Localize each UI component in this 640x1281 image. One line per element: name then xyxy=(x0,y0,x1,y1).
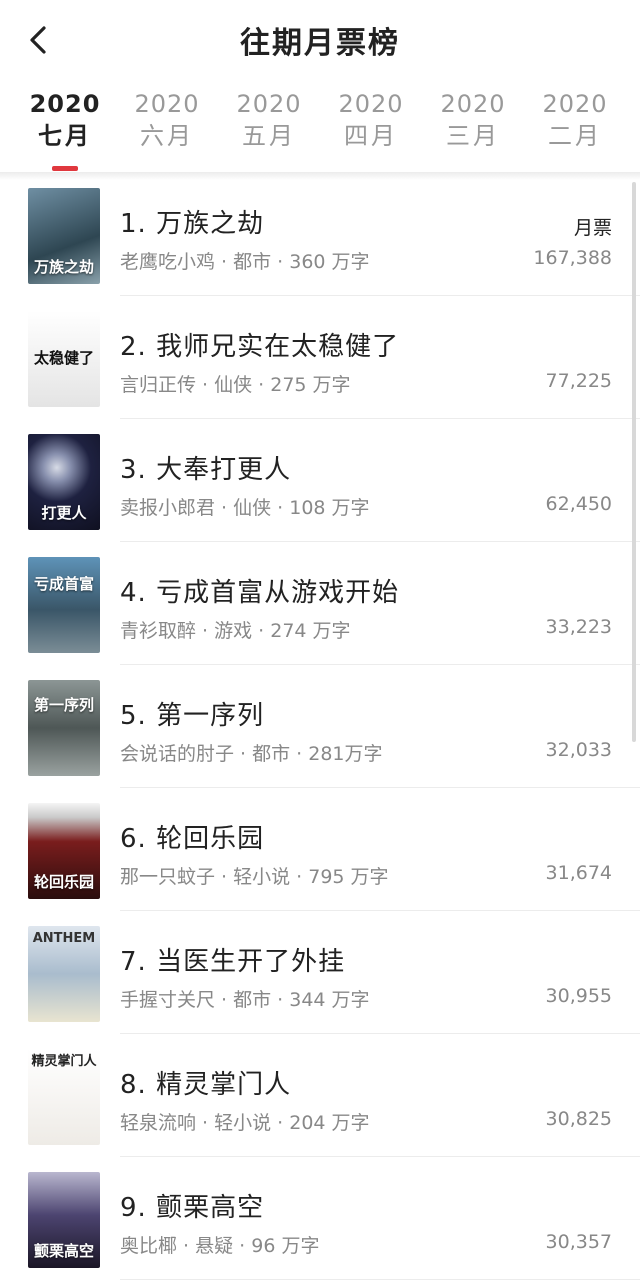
book-meta: 言归正传 · 仙侠 · 275 万字 xyxy=(120,374,351,396)
list-item[interactable]: 第一序列 5. 第一序列 会说话的肘子 · 都市 · 281万字 32,033 xyxy=(0,665,640,788)
book-title: 9. 颤栗高空 xyxy=(120,1193,265,1223)
cover-text: 打更人 xyxy=(41,504,87,522)
list-item[interactable]: 打更人 3. 大奉打更人 卖报小郎君 · 仙侠 · 108 万字 62,450 xyxy=(0,419,640,542)
book-cover: 亏成首富 xyxy=(28,557,100,653)
book-cover: ANTHEM xyxy=(28,926,100,1022)
book-meta: 青衫取醉 · 游戏 · 274 万字 xyxy=(120,620,351,642)
list-item[interactable]: 轮回乐园 6. 轮回乐园 那一只蚊子 · 轻小说 · 795 万字 31,674 xyxy=(0,788,640,911)
vote-count: 30,955 xyxy=(545,985,612,1007)
ranking-list: 万族之劫 1. 万族之劫 老鹰吃小鸡 · 都市 · 360 万字 月票 167,… xyxy=(0,173,640,1280)
tab-year: 2020 xyxy=(29,90,101,118)
tab-month: 七月 xyxy=(38,122,92,150)
tab-2020-july[interactable]: 2020 七月 xyxy=(15,88,115,152)
list-item[interactable]: 万族之劫 1. 万族之劫 老鹰吃小鸡 · 都市 · 360 万字 月票 167,… xyxy=(0,173,640,296)
vote-count: 30,357 xyxy=(545,1231,612,1253)
scrollbar[interactable] xyxy=(632,182,636,742)
cover-text: ANTHEM xyxy=(32,931,96,946)
book-cover: 万族之劫 xyxy=(28,188,100,284)
vote-count: 30,825 xyxy=(545,1108,612,1130)
cover-text: 轮回乐园 xyxy=(33,873,94,891)
book-title: 3. 大奉打更人 xyxy=(120,455,292,485)
tab-month: 三月 xyxy=(446,122,500,150)
cover-text: 亏成首富 xyxy=(33,575,94,593)
book-meta: 卖报小郎君 · 仙侠 · 108 万字 xyxy=(120,497,370,519)
tab-2020-june[interactable]: 2020 六月 xyxy=(117,88,217,152)
cover-text: 太稳健了 xyxy=(33,349,94,367)
cover-text: 颤栗高空 xyxy=(33,1242,94,1260)
tab-2020-april[interactable]: 2020 四月 xyxy=(321,88,421,152)
book-cover: 打更人 xyxy=(28,434,100,530)
book-title: 1. 万族之劫 xyxy=(120,209,265,239)
tab-2020-may[interactable]: 2020 五月 xyxy=(219,88,319,152)
list-item[interactable]: 太稳健了 2. 我师兄实在太稳健了 言归正传 · 仙侠 · 275 万字 77,… xyxy=(0,296,640,419)
book-title: 4. 亏成首富从游戏开始 xyxy=(120,578,400,608)
tab-2020-february[interactable]: 2020 二月 xyxy=(525,88,625,152)
book-cover: 颤栗高空 xyxy=(28,1172,100,1268)
page-title: 往期月票榜 xyxy=(240,26,400,61)
book-meta: 会说话的肘子 · 都市 · 281万字 xyxy=(120,743,383,765)
book-cover: 太稳健了 xyxy=(28,311,100,407)
cover-text: 第一序列 xyxy=(33,696,94,714)
tab-2020-march[interactable]: 2020 三月 xyxy=(423,88,523,152)
book-meta: 奥比椰 · 悬疑 · 96 万字 xyxy=(120,1235,320,1257)
tab-year: 2020 xyxy=(542,90,608,118)
row-divider xyxy=(120,1279,640,1280)
book-meta: 手握寸关尺 · 都市 · 344 万字 xyxy=(120,989,370,1011)
active-tab-indicator xyxy=(52,166,78,171)
list-item[interactable]: 精灵掌门人 8. 精灵掌门人 轻泉流响 · 轻小说 · 204 万字 30,82… xyxy=(0,1034,640,1157)
top-bar: 往期月票榜 xyxy=(0,0,640,82)
list-item[interactable]: ANTHEM 7. 当医生开了外挂 手握寸关尺 · 都市 · 344 万字 30… xyxy=(0,911,640,1034)
tab-year: 2020 xyxy=(236,90,302,118)
book-title: 2. 我师兄实在太稳健了 xyxy=(120,332,400,362)
book-cover: 精灵掌门人 xyxy=(28,1049,100,1145)
cover-text: 精灵掌门人 xyxy=(31,1054,97,1069)
tab-month: 二月 xyxy=(548,122,602,150)
vote-count: 32,033 xyxy=(545,739,612,761)
book-meta: 那一只蚊子 · 轻小说 · 795 万字 xyxy=(120,866,389,888)
vote-count: 62,450 xyxy=(545,493,612,515)
book-cover: 第一序列 xyxy=(28,680,100,776)
tab-month: 六月 xyxy=(140,122,194,150)
book-meta: 轻泉流响 · 轻小说 · 204 万字 xyxy=(120,1112,370,1134)
tab-year: 2020 xyxy=(134,90,200,118)
book-title: 8. 精灵掌门人 xyxy=(120,1070,292,1100)
book-title: 6. 轮回乐园 xyxy=(120,824,265,854)
month-tabs: 2020 七月 2020 六月 2020 五月 2020 四月 2020 三月 … xyxy=(0,88,640,174)
cover-text: 万族之劫 xyxy=(33,258,94,276)
book-cover: 轮回乐园 xyxy=(28,803,100,899)
list-item[interactable]: 颤栗高空 9. 颤栗高空 奥比椰 · 悬疑 · 96 万字 30,357 xyxy=(0,1157,640,1280)
vote-count: 167,388 xyxy=(533,247,612,269)
tab-year: 2020 xyxy=(440,90,506,118)
list-item[interactable]: 亏成首富 4. 亏成首富从游戏开始 青衫取醉 · 游戏 · 274 万字 33,… xyxy=(0,542,640,665)
vote-count: 31,674 xyxy=(545,862,612,884)
tab-month: 四月 xyxy=(344,122,398,150)
votes-label: 月票 xyxy=(573,217,612,239)
tab-year: 2020 xyxy=(338,90,404,118)
tab-month: 五月 xyxy=(242,122,296,150)
vote-count: 77,225 xyxy=(545,370,612,392)
book-title: 5. 第一序列 xyxy=(120,701,265,731)
book-title: 7. 当医生开了外挂 xyxy=(120,947,346,977)
book-meta: 老鹰吃小鸡 · 都市 · 360 万字 xyxy=(120,251,370,273)
vote-count: 33,223 xyxy=(545,616,612,638)
